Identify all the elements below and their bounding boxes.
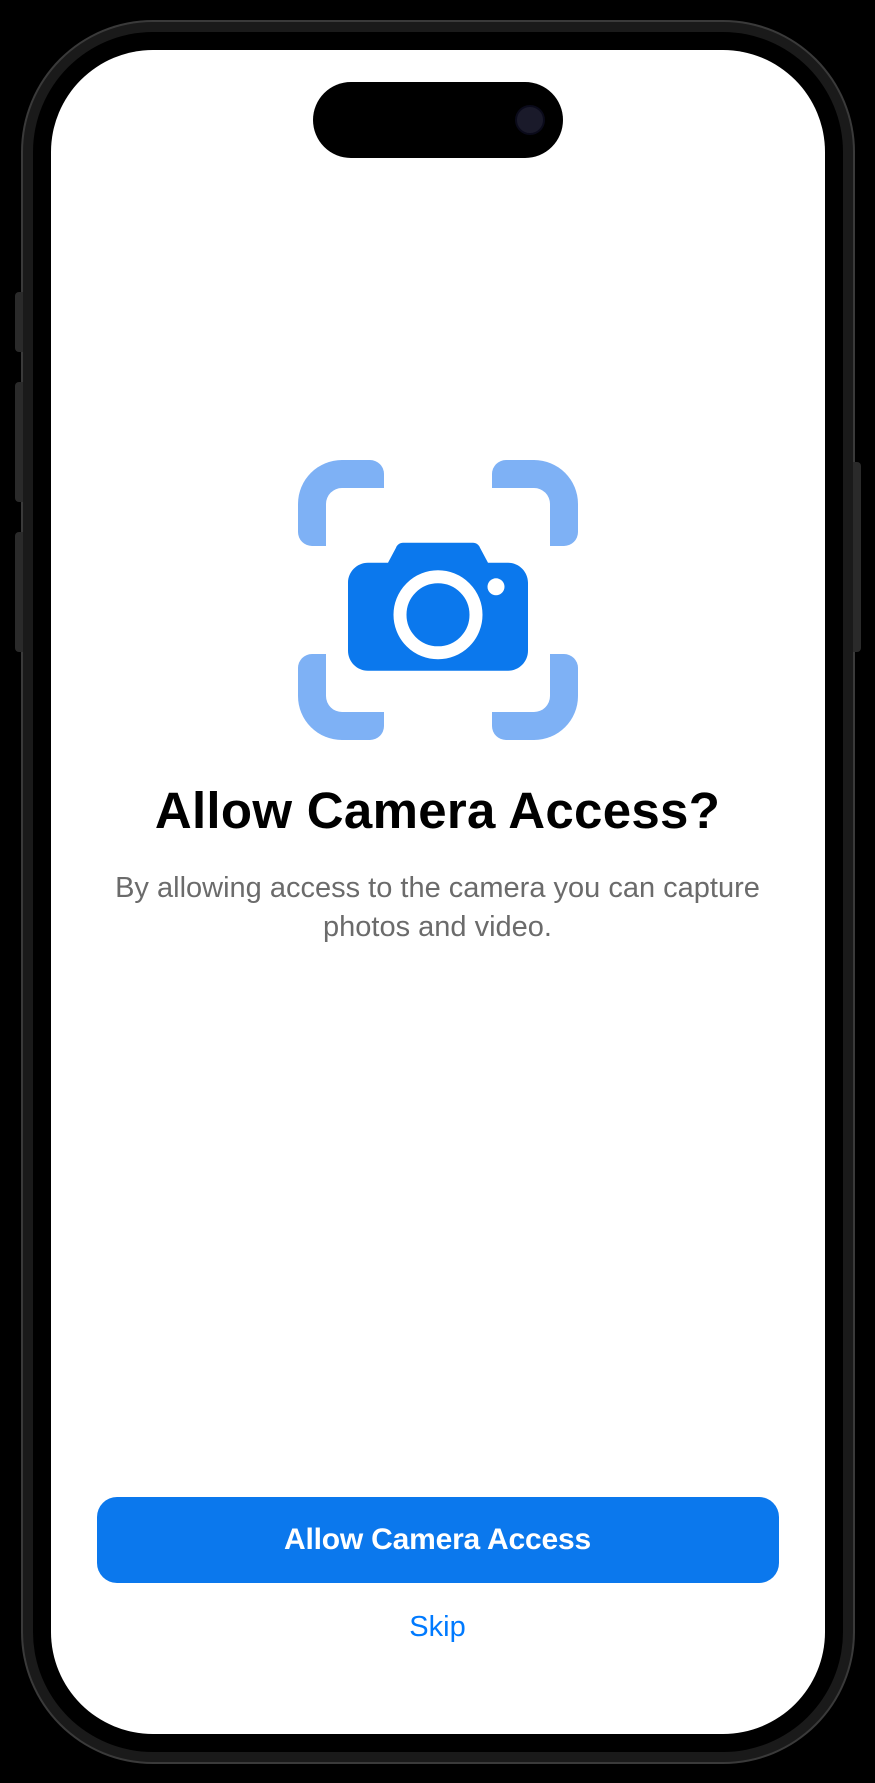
- camera-permission-icon: [298, 460, 578, 740]
- permission-title: Allow Camera Access?: [155, 780, 720, 841]
- phone-screen: Allow Camera Access? By allowing access …: [51, 50, 825, 1734]
- left-side-buttons: [15, 292, 23, 682]
- right-side-button: [853, 462, 861, 652]
- phone-device-frame: Allow Camera Access? By allowing access …: [23, 22, 853, 1762]
- camera-icon: [348, 532, 528, 672]
- front-camera-dot: [515, 105, 545, 135]
- phone-bezel: Allow Camera Access? By allowing access …: [33, 32, 843, 1752]
- action-footer: Allow Camera Access Skip: [51, 1497, 825, 1734]
- dynamic-island: [313, 82, 563, 158]
- skip-button[interactable]: Skip: [409, 1611, 465, 1644]
- permission-prompt-content: Allow Camera Access? By allowing access …: [51, 50, 825, 1497]
- permission-description: By allowing access to the camera you can…: [101, 869, 775, 947]
- allow-camera-access-button[interactable]: Allow Camera Access: [97, 1497, 779, 1583]
